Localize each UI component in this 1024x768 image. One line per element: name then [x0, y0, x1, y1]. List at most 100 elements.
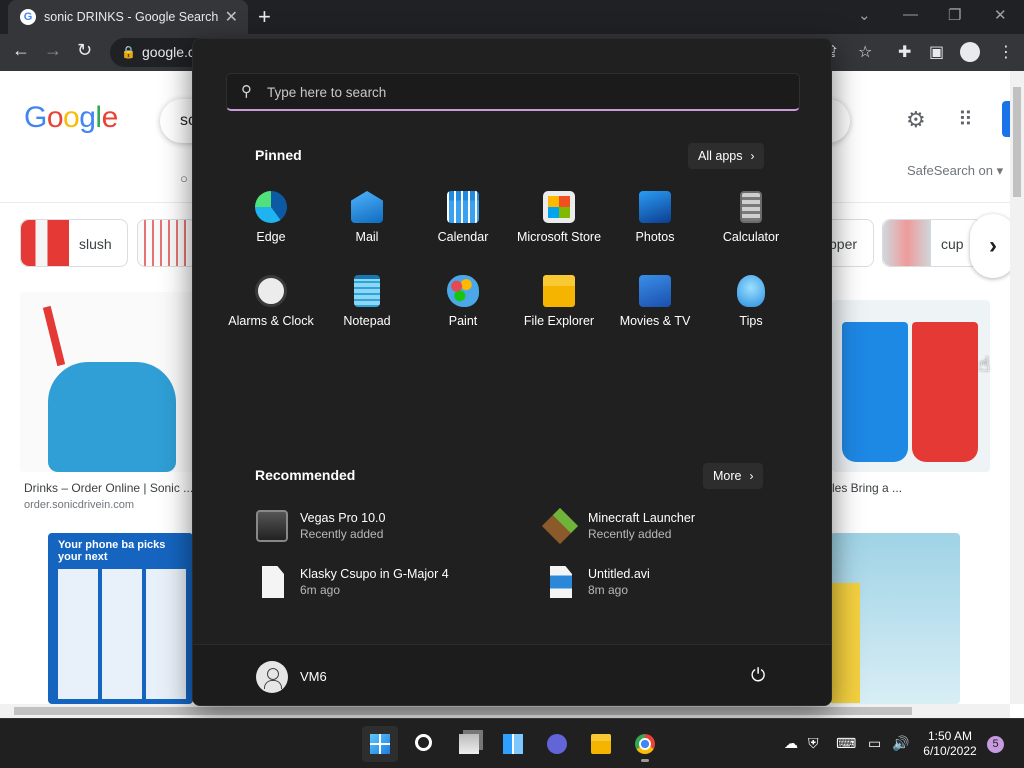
menu-kebab-icon[interactable]: ⋮: [998, 42, 1014, 62]
store-icon: [543, 191, 575, 223]
notification-badge[interactable]: 5: [987, 736, 1004, 753]
forward-icon[interactable]: →: [44, 40, 62, 61]
network-off-icon[interactable]: ☁: [784, 735, 798, 752]
pinned-app-mail[interactable]: Mail: [319, 181, 415, 265]
pinned-app-paint[interactable]: Paint: [415, 265, 511, 349]
pinned-app-alarms-clock[interactable]: Alarms & Clock: [223, 265, 319, 349]
result-image-blue-slush[interactable]: [20, 292, 195, 472]
defender-shield-icon[interactable]: ⛨: [808, 735, 819, 752]
clock[interactable]: 1:50 AM 6/10/2022: [922, 729, 978, 759]
menu-grid-shape: [58, 569, 188, 699]
keyboard-icon[interactable]: ⌨: [836, 735, 856, 752]
windows-logo-icon: [370, 734, 390, 754]
restore-button[interactable]: ❐: [948, 6, 961, 24]
volume-icon[interactable]: 🔊: [892, 735, 909, 752]
chat-button[interactable]: [539, 726, 575, 762]
pinned-app-microsoft-store[interactable]: Microsoft Store: [511, 181, 607, 265]
minimize-button[interactable]: —: [903, 6, 918, 23]
folder-icon: [591, 734, 611, 754]
recommended-item-minecraft[interactable]: Minecraft Launcher Recently added: [541, 506, 814, 550]
chip-label: slush: [79, 236, 112, 252]
chip-thumbnail: [138, 220, 186, 266]
file-explorer-taskbar-button[interactable]: [583, 726, 619, 762]
chip-slush[interactable]: slush: [20, 219, 128, 267]
start-search-box[interactable]: ⚲: [226, 73, 800, 111]
tab-close-icon[interactable]: ✕: [225, 7, 238, 27]
more-label: More: [713, 469, 742, 483]
result-image-drink[interactable]: [830, 533, 960, 704]
display-icon[interactable]: ▭: [868, 735, 881, 752]
search-tab-icon[interactable]: ○: [180, 171, 188, 186]
apps-grid-icon[interactable]: ⠿: [958, 107, 973, 132]
task-view-button[interactable]: [451, 726, 487, 762]
more-button[interactable]: More ›: [703, 463, 764, 489]
google-favicon-icon: G: [20, 9, 36, 25]
pinned-app-movies-tv[interactable]: Movies & TV: [607, 265, 703, 349]
side-panel-icon[interactable]: ▣: [929, 42, 944, 62]
recommended-subtitle: 6m ago: [300, 583, 341, 597]
pinned-app-notepad[interactable]: Notepad: [319, 265, 415, 349]
tab-search-icon[interactable]: ⌄: [858, 6, 871, 24]
google-logo[interactable]: Google: [24, 101, 118, 135]
power-icon[interactable]: ⏻: [751, 665, 765, 686]
pinned-app-photos[interactable]: Photos: [607, 181, 703, 265]
result-title[interactable]: Drinks – Order Online | Sonic ...: [24, 481, 193, 495]
taskbar-search-button[interactable]: [407, 726, 443, 762]
extensions-icon[interactable]: ✚: [898, 42, 911, 62]
horizontal-scrollbar[interactable]: [0, 704, 1010, 718]
photos-icon: [639, 191, 671, 223]
result-image-sonic-menu[interactable]: Your phone ba picks your next: [48, 533, 193, 704]
recommended-item-klasky[interactable]: Klasky Csupo in G-Major 4 6m ago: [256, 562, 526, 606]
calendar-icon: [447, 191, 479, 223]
chip-thumbnail: [883, 220, 931, 266]
chips-next-button[interactable]: ›: [970, 214, 1010, 278]
close-window-button[interactable]: ✕: [994, 6, 1007, 24]
sign-in-button[interactable]: [1002, 101, 1010, 137]
recommended-item-vegas[interactable]: Vegas Pro 10.0 Recently added: [256, 506, 526, 550]
pinned-app-file-explorer[interactable]: File Explorer: [511, 265, 607, 349]
mail-icon: [351, 191, 383, 223]
recommended-subtitle: Recently added: [300, 527, 384, 541]
pinned-app-label: Calculator: [722, 230, 780, 244]
tab-title: sonic DRINKS - Google Search: [44, 10, 219, 24]
pinned-app-edge[interactable]: Edge: [223, 181, 319, 265]
vertical-scrollbar[interactable]: [1010, 71, 1024, 704]
start-button[interactable]: [362, 726, 398, 762]
result-source[interactable]: order.sonicdrivein.com: [24, 499, 134, 511]
straw-shape: [42, 305, 66, 367]
result-image-sonic-cups[interactable]: [832, 300, 990, 472]
user-avatar-icon[interactable]: [256, 661, 288, 693]
browser-tab[interactable]: G sonic DRINKS - Google Search ✕: [8, 0, 248, 34]
chrome-taskbar-button[interactable]: [627, 726, 663, 762]
all-apps-button[interactable]: All apps ›: [688, 143, 765, 169]
settings-gear-icon[interactable]: ⚙: [906, 107, 926, 133]
user-name[interactable]: VM6: [300, 669, 327, 684]
result-title[interactable]: les Bring a ...: [832, 481, 902, 495]
widgets-button[interactable]: [495, 726, 531, 762]
recommended-subtitle: 8m ago: [588, 583, 629, 597]
pinned-app-label: Calendar: [437, 230, 489, 244]
document-icon: [262, 566, 284, 598]
horizontal-scroll-thumb[interactable]: [14, 707, 912, 715]
reload-icon[interactable]: ↻: [77, 40, 92, 61]
chip-cup[interactable]: cup: [882, 219, 982, 267]
new-tab-button[interactable]: +: [258, 4, 271, 30]
blue-drink-shape: [48, 362, 176, 472]
safesearch-toggle[interactable]: SafeSearch on ▾: [907, 163, 1003, 179]
chip-partial[interactable]: [137, 219, 197, 267]
recommended-subtitle: Recently added: [588, 527, 672, 541]
bookmark-star-icon[interactable]: ☆: [858, 42, 872, 62]
video-file-icon: [550, 566, 572, 598]
pinned-app-calculator[interactable]: Calculator: [703, 181, 799, 265]
pinned-app-calendar[interactable]: Calendar: [415, 181, 511, 265]
pinned-app-tips[interactable]: Tips: [703, 265, 799, 349]
profile-avatar-icon[interactable]: [960, 42, 980, 62]
pinned-app-label: Notepad: [343, 314, 391, 328]
pinned-app-label: Paint: [448, 314, 478, 328]
vertical-scroll-thumb[interactable]: [1013, 87, 1021, 197]
recommended-item-untitled-avi[interactable]: Untitled.avi 8m ago: [544, 562, 814, 606]
start-search-input[interactable]: [267, 82, 787, 102]
all-apps-label: All apps: [698, 149, 743, 163]
lock-icon: 🔒: [121, 45, 136, 59]
back-icon[interactable]: ←: [12, 40, 30, 61]
